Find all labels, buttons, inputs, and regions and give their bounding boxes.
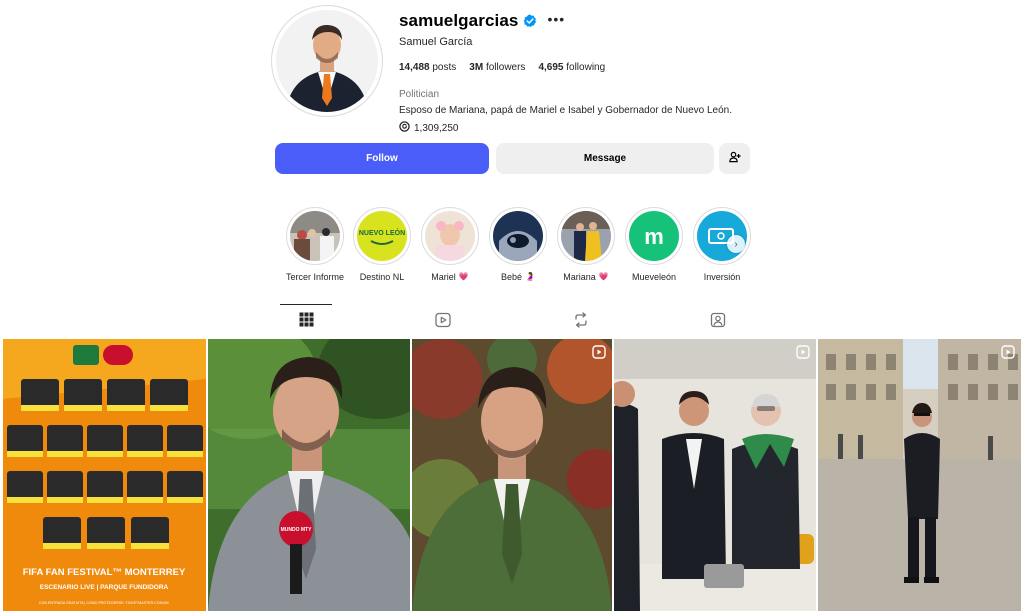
followers-label: followers xyxy=(485,62,526,73)
highlight-mariel[interactable]: Mariel 💗 xyxy=(420,207,480,284)
profile-bio: Esposo de Mariana, papá de Mariel e Isab… xyxy=(399,105,732,116)
highlight-label: Bebé xyxy=(501,272,523,282)
pregnant-emoji-icon: 🤰 xyxy=(525,272,535,281)
highlights-next-arrow-icon[interactable]: › xyxy=(727,235,745,253)
highlight-label: Mariel xyxy=(431,272,456,282)
reel-badge-icon xyxy=(796,345,810,359)
posts-stat: 14,488 posts xyxy=(399,62,456,76)
following-label: following xyxy=(566,62,606,73)
posts-label: posts xyxy=(432,62,457,73)
highlight-label: Mariana xyxy=(563,272,596,282)
tab-reposts[interactable] xyxy=(571,311,591,333)
heart-emoji-icon: 💗 xyxy=(458,272,469,281)
followers-stat[interactable]: 3M followers xyxy=(469,62,525,76)
tab-reels[interactable] xyxy=(433,312,453,332)
highlight-cover: m xyxy=(629,211,679,261)
mueveleon-logo-text: m xyxy=(644,224,664,249)
highlight-cover xyxy=(290,211,340,261)
reposts-icon xyxy=(573,311,589,333)
destino-logo-text: NUEVO LEÓN xyxy=(359,228,405,237)
full-name: Samuel García xyxy=(399,36,473,48)
following-count: 4,695 xyxy=(538,62,564,73)
highlight-cover xyxy=(561,211,611,261)
reels-icon xyxy=(435,312,451,333)
more-options-icon[interactable]: ••• xyxy=(547,12,565,26)
profile-info: samuelgarcias ••• Samuel García 14,488 p… xyxy=(399,10,779,136)
highlight-mariana[interactable]: Mariana 💗 xyxy=(556,207,616,284)
threads-link[interactable]: 1,309,250 xyxy=(399,120,779,136)
highlight-tercer-informe[interactable]: Tercer Informe xyxy=(285,207,345,284)
avatar-photo xyxy=(276,10,378,112)
highlight-mueveleon[interactable]: m Mueveleón xyxy=(624,207,684,284)
highlight-cover: NUEVO LEÓN xyxy=(357,211,407,261)
heart-emoji-icon: 💗 xyxy=(598,272,609,281)
highlight-label: Mueveleón xyxy=(631,272,677,282)
reel-badge-icon xyxy=(592,345,606,359)
follow-button[interactable]: Follow xyxy=(275,143,489,174)
tagged-icon xyxy=(710,312,726,333)
threads-count: 1,309,250 xyxy=(414,122,459,134)
poster-subheadline: ESCENARIO LIVE | PARQUE FUNDIDORA xyxy=(40,584,169,591)
highlight-label: Inversión xyxy=(703,272,741,282)
reel-badge-icon xyxy=(1001,345,1015,359)
username: samuelgarcias xyxy=(399,11,519,30)
post-interview[interactable]: MUNDO MTY xyxy=(208,339,410,611)
tab-tagged[interactable] xyxy=(708,312,728,332)
profile-avatar[interactable] xyxy=(271,5,383,117)
threads-icon xyxy=(399,121,410,135)
mic-flag-label: MUNDO MTY xyxy=(281,527,312,533)
highlight-bebe[interactable]: Bebé 🤰 xyxy=(488,207,548,284)
post-group-photo[interactable] xyxy=(614,339,816,611)
posts-count: 14,488 xyxy=(399,62,430,73)
profile-stats: 14,488 posts 3M followers 4,695 followin… xyxy=(399,62,779,76)
verified-badge-icon xyxy=(523,14,537,28)
highlight-label: Tercer Informe xyxy=(285,272,345,282)
suggested-accounts-button[interactable] xyxy=(719,143,750,174)
poster-headline: FIFA FAN FESTIVAL™ MONTERREY xyxy=(23,567,186,578)
highlight-label: Destino NL xyxy=(359,272,405,282)
followers-count: 3M xyxy=(469,62,484,73)
post-street-walk[interactable] xyxy=(818,339,1021,611)
message-button[interactable]: Message xyxy=(496,143,714,174)
add-person-icon xyxy=(728,151,741,166)
highlight-destino-nl[interactable]: NUEVO LEÓN Destino NL xyxy=(352,207,412,284)
tab-posts[interactable] xyxy=(296,312,316,332)
highlight-cover xyxy=(425,211,475,261)
highlight-cover xyxy=(493,211,543,261)
poster-footer: CON ENTRADA GRATUITA | COMO PROTEGERSE: … xyxy=(39,601,170,605)
active-tab-indicator xyxy=(280,304,332,305)
profile-category: Politician xyxy=(399,89,440,100)
post-green-suit[interactable] xyxy=(412,339,612,611)
post-fifa-fan-festival[interactable]: FIFA FAN FESTIVAL™ MONTERREY ESCENARIO L… xyxy=(3,339,206,611)
posts-grid-icon xyxy=(299,312,314,332)
following-stat[interactable]: 4,695 following xyxy=(538,62,605,76)
